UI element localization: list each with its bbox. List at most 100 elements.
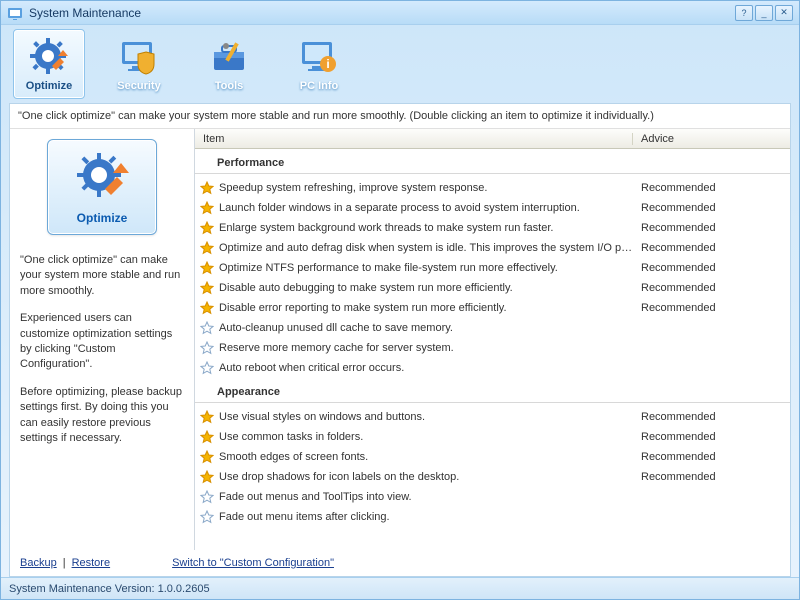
main-toolbar: Optimize Security Tools i PC Info (1, 25, 799, 103)
list-item[interactable]: Disable error reporting to make system r… (195, 298, 790, 318)
item-text: Optimize NTFS performance to make file-s… (219, 262, 633, 274)
optimize-button[interactable]: Optimize (47, 139, 157, 235)
tab-label: Security (117, 80, 160, 92)
toolbox-icon (208, 36, 250, 78)
app-icon (7, 5, 23, 21)
star-icon (195, 201, 219, 215)
title-bar: System Maintenance ? _ ✕ (1, 1, 799, 25)
item-text: Speedup system refreshing, improve syste… (219, 182, 633, 194)
list-item[interactable]: Speedup system refreshing, improve syste… (195, 178, 790, 198)
status-bar: System Maintenance Version: 1.0.0.2605 (1, 577, 799, 599)
star-icon (195, 261, 219, 275)
list-item[interactable]: Smooth edges of screen fonts.Recommended (195, 447, 790, 467)
gear-arrow-icon (28, 36, 70, 78)
list-item[interactable]: Fade out menu items after clicking. (195, 507, 790, 527)
item-advice: Recommended (633, 222, 790, 234)
item-advice: Recommended (633, 242, 790, 254)
item-text: Auto reboot when critical error occurs. (219, 362, 633, 374)
column-item[interactable]: Item (195, 133, 633, 145)
item-text: Reserve more memory cache for server sys… (219, 342, 633, 354)
item-advice: Recommended (633, 182, 790, 194)
item-list-panel: Item Advice Performance Speedup system re… (195, 129, 790, 550)
star-icon (195, 221, 219, 235)
gear-arrow-icon (71, 149, 133, 207)
item-text: Disable auto debugging to make system ru… (219, 282, 633, 294)
switch-config-link[interactable]: Switch to "Custom Configuration" (172, 557, 334, 569)
item-advice: Recommended (633, 471, 790, 483)
list-item[interactable]: Auto-cleanup unused dll cache to save me… (195, 318, 790, 338)
optimize-button-label: Optimize (77, 211, 128, 225)
star-icon (195, 341, 219, 355)
star-icon (195, 410, 219, 424)
item-text: Use common tasks in folders. (219, 431, 633, 443)
svg-text:i: i (326, 57, 329, 71)
list-item[interactable]: Fade out menus and ToolTips into view. (195, 487, 790, 507)
star-icon (195, 181, 219, 195)
item-advice: Recommended (633, 282, 790, 294)
list-item[interactable]: Auto reboot when critical error occurs. (195, 358, 790, 378)
star-icon (195, 470, 219, 484)
left-panel: Optimize "One click optimize" can make y… (10, 129, 195, 550)
list-item[interactable]: Optimize NTFS performance to make file-s… (195, 258, 790, 278)
column-advice[interactable]: Advice (633, 133, 774, 145)
item-text: Fade out menu items after clicking. (219, 511, 633, 523)
star-icon (195, 490, 219, 504)
item-advice: Recommended (633, 262, 790, 274)
monitor-shield-icon (118, 36, 160, 78)
tab-security[interactable]: Security (103, 29, 175, 99)
item-text: Launch folder windows in a separate proc… (219, 202, 633, 214)
column-header: Item Advice (195, 129, 790, 149)
item-text: Use drop shadows for icon labels on the … (219, 471, 633, 483)
item-advice: Recommended (633, 302, 790, 314)
star-icon (195, 281, 219, 295)
tab-label: Optimize (26, 80, 72, 92)
list-item[interactable]: Enlarge system background work threads t… (195, 218, 790, 238)
star-icon (195, 241, 219, 255)
version-text: System Maintenance Version: 1.0.0.2605 (9, 583, 210, 595)
tab-pc-info[interactable]: i PC Info (283, 29, 355, 99)
list-item[interactable]: Use common tasks in folders.Recommended (195, 427, 790, 447)
minimize-button[interactable]: _ (755, 5, 773, 21)
item-list[interactable]: Performance Speedup system refreshing, im… (195, 149, 790, 550)
group-header: Appearance (195, 378, 790, 403)
star-icon (195, 321, 219, 335)
star-icon (195, 301, 219, 315)
restore-link[interactable]: Restore (72, 557, 111, 569)
item-advice: Recommended (633, 202, 790, 214)
item-text: Fade out menus and ToolTips into view. (219, 491, 633, 503)
list-item[interactable]: Disable auto debugging to make system ru… (195, 278, 790, 298)
list-item[interactable]: Use visual styles on windows and buttons… (195, 407, 790, 427)
item-text: Use visual styles on windows and buttons… (219, 411, 633, 423)
monitor-info-icon: i (298, 36, 340, 78)
tab-label: Tools (215, 80, 244, 92)
tab-label: PC Info (300, 80, 339, 92)
group-header: Performance (195, 149, 790, 174)
tab-optimize[interactable]: Optimize (13, 29, 85, 99)
item-text: Optimize and auto defrag disk when syste… (219, 242, 633, 254)
item-advice: Recommended (633, 431, 790, 443)
app-window: System Maintenance ? _ ✕ Optimize Secur (0, 0, 800, 600)
close-button[interactable]: ✕ (775, 5, 793, 21)
star-icon (195, 361, 219, 375)
content-area: "One click optimize" can make your syste… (9, 103, 791, 577)
list-item[interactable]: Optimize and auto defrag disk when syste… (195, 238, 790, 258)
item-text: Smooth edges of screen fonts. (219, 451, 633, 463)
item-advice: Recommended (633, 411, 790, 423)
star-icon (195, 430, 219, 444)
list-item[interactable]: Launch folder windows in a separate proc… (195, 198, 790, 218)
item-text: Auto-cleanup unused dll cache to save me… (219, 322, 633, 334)
help-button[interactable]: ? (735, 5, 753, 21)
star-icon (195, 510, 219, 524)
item-text: Disable error reporting to make system r… (219, 302, 633, 314)
star-icon (195, 450, 219, 464)
item-advice: Recommended (633, 451, 790, 463)
instruction-text: "One click optimize" can make your syste… (10, 104, 790, 129)
tab-tools[interactable]: Tools (193, 29, 265, 99)
backup-link[interactable]: Backup (20, 557, 57, 569)
window-title: System Maintenance (29, 6, 735, 20)
item-text: Enlarge system background work threads t… (219, 222, 633, 234)
list-item[interactable]: Reserve more memory cache for server sys… (195, 338, 790, 358)
footer-links: Backup | Restore Switch to "Custom Confi… (10, 550, 790, 576)
left-description: "One click optimize" can make your syste… (20, 253, 184, 458)
list-item[interactable]: Use drop shadows for icon labels on the … (195, 467, 790, 487)
